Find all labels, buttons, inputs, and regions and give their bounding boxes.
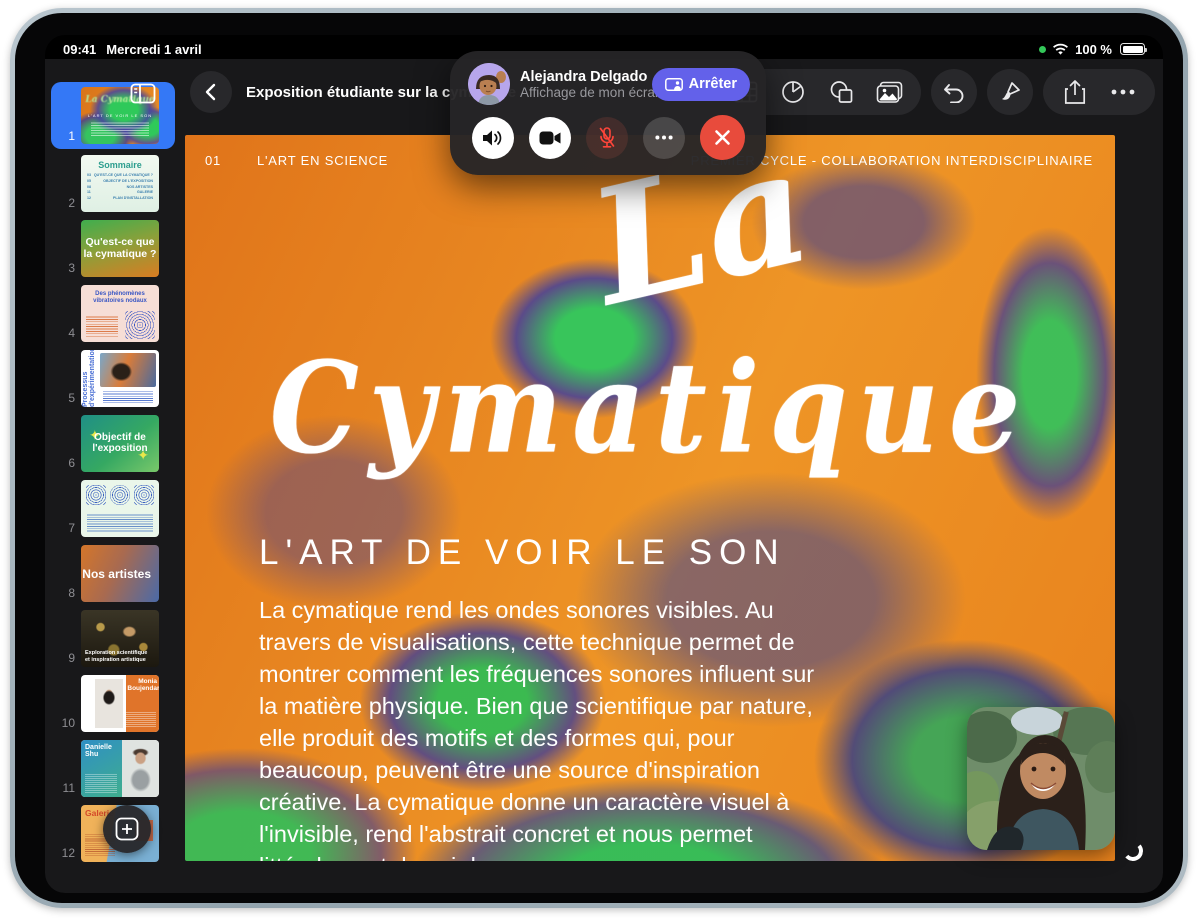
- ipad-device: 09:41 Mercredi 1 avril 100 %: [10, 8, 1188, 908]
- chart-icon[interactable]: [769, 69, 817, 115]
- format-brush-icon[interactable]: [987, 69, 1033, 115]
- slide-thumbnail-5[interactable]: 5 Processus d'expérimentation: [55, 350, 175, 407]
- sidebar-toggle-icon[interactable]: [130, 83, 156, 104]
- facetime-share-overlay: Alejandra Delgado Affichage de mon écran…: [450, 51, 766, 175]
- undo-icon[interactable]: [931, 69, 977, 115]
- slide-number: 1: [55, 129, 75, 143]
- screen: 09:41 Mercredi 1 avril 100 %: [45, 35, 1163, 893]
- more-icon[interactable]: [1099, 69, 1147, 115]
- status-date: Mercredi 1 avril: [106, 42, 201, 57]
- status-time: 09:41: [63, 42, 96, 57]
- mic-muted-button[interactable]: [586, 117, 628, 159]
- slide-body-text[interactable]: La cymatique rend les ondes sonores visi…: [259, 595, 824, 861]
- slide-title-line2[interactable]: Cymatique: [185, 346, 1115, 471]
- pip-video[interactable]: [967, 707, 1115, 850]
- status-bar: 09:41 Mercredi 1 avril 100 %: [45, 35, 1163, 59]
- slide-subtitle[interactable]: L'ART DE VOIR LE SON: [259, 533, 786, 573]
- wifi-icon: [1052, 43, 1069, 56]
- slide-thumbnail-6[interactable]: 6 ✦ ✦ Objectif de l'exposition: [55, 415, 175, 472]
- share-status: Affichage de mon écran: [520, 85, 642, 100]
- caller-name: Alejandra Delgado: [520, 69, 642, 85]
- end-call-button[interactable]: [700, 115, 745, 160]
- more-options-button[interactable]: [643, 117, 685, 159]
- battery-icon: [1120, 43, 1145, 55]
- speaker-button[interactable]: [472, 117, 514, 159]
- slide-thumbnail-3[interactable]: 3 Qu'est-ce que la cymatique ?: [55, 220, 175, 277]
- slide-header-number: 01: [205, 153, 257, 168]
- share-more-group: [1043, 69, 1155, 115]
- slide-thumbnail-2[interactable]: 2 Sommaire 03QU'EST-CE QUE LA CYMATIQUE …: [55, 155, 175, 212]
- slide-thumbnail-1[interactable]: 1 La Cymatique L'ART DE VOIR LE SON: [51, 82, 175, 149]
- shapes-icon[interactable]: [817, 69, 865, 115]
- slide-thumbnail-11[interactable]: 11 Danielle Shu: [55, 740, 175, 797]
- back-button[interactable]: [190, 71, 232, 113]
- camera-active-dot: [1039, 46, 1046, 53]
- share-icon[interactable]: [1051, 69, 1099, 115]
- slide-thumbnail-7[interactable]: 7: [55, 480, 175, 537]
- slide-thumbnail-10[interactable]: 10 Monia Boujendar: [55, 675, 175, 732]
- slide-thumbnail-4[interactable]: 4 Des phénomènes vibratoires nodaux: [55, 285, 175, 342]
- sommaire-title: Sommaire: [81, 160, 159, 170]
- media-icon[interactable]: [865, 69, 913, 115]
- avatar: [468, 63, 510, 105]
- slide-header-left: L'ART EN SCIENCE: [257, 153, 388, 168]
- battery-percent: 100 %: [1075, 42, 1112, 57]
- slide-navigator: 1 La Cymatique L'ART DE VOIR LE SON 2 So…: [55, 87, 175, 893]
- add-slide-button[interactable]: [103, 805, 151, 853]
- slide-thumbnail-9[interactable]: 9 Exploration scientifique et inspiratio…: [55, 610, 175, 667]
- stop-sharing-button[interactable]: Arrêter: [652, 68, 750, 101]
- ipad-bezel: 09:41 Mercredi 1 avril 100 %: [15, 13, 1183, 903]
- slide-thumbnail-8[interactable]: 8 Nos artistes: [55, 545, 175, 602]
- video-button[interactable]: [529, 117, 571, 159]
